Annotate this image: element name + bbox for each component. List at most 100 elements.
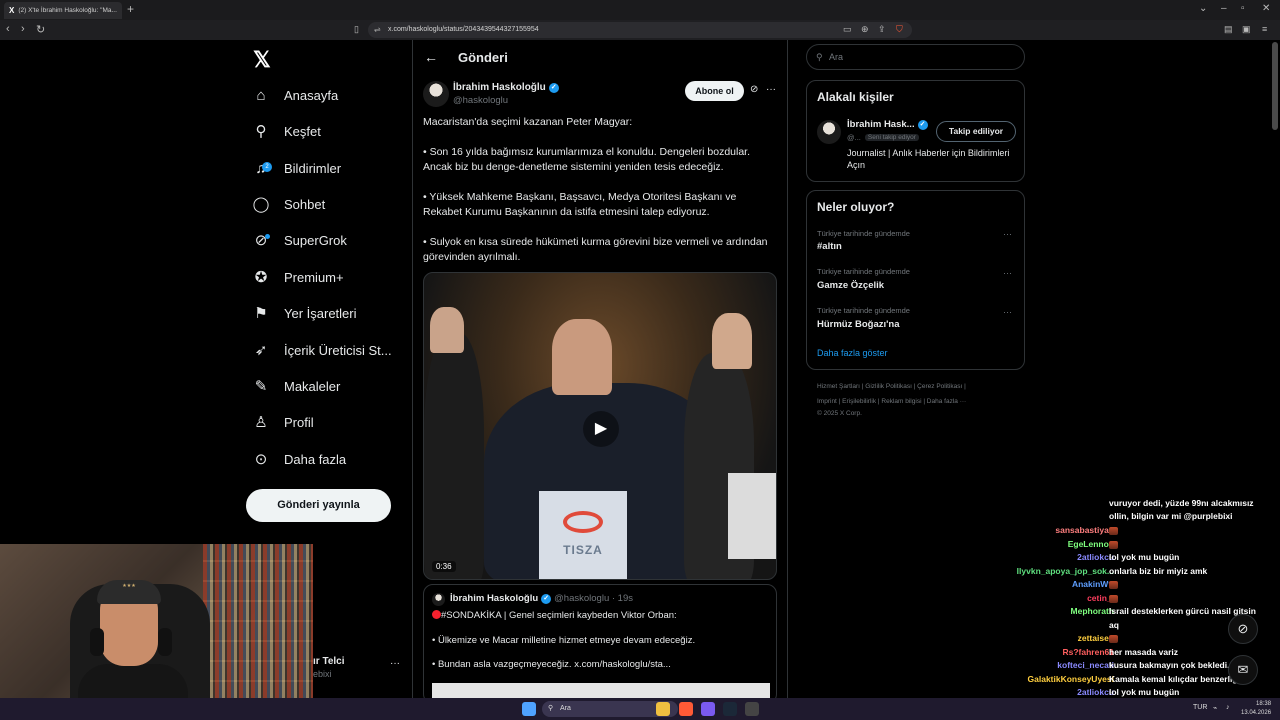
menu-icon[interactable]: ≡ xyxy=(1262,24,1267,34)
related-avatar[interactable] xyxy=(817,120,841,144)
wallet-icon[interactable]: ▣ xyxy=(1242,24,1251,35)
back-icon[interactable]: ‹ xyxy=(6,23,10,35)
browser-tab[interactable]: X (2) X'te İbrahim Haskoloğlu: "Ma... ✕ xyxy=(4,2,122,19)
search-input[interactable]: ⚲ Ara xyxy=(806,44,1025,70)
restore-icon[interactable]: ▫ xyxy=(1241,3,1245,14)
chat-username[interactable]: Mephorath xyxy=(1071,606,1114,616)
chat-username[interactable]: Rs?fahren61 xyxy=(1063,647,1115,657)
x-logo-icon[interactable]: 𝕏 xyxy=(253,47,271,73)
screen-icon[interactable]: ▭ xyxy=(843,24,852,35)
nav-chat[interactable]: ◯ Sohbet xyxy=(252,190,326,218)
tweet-text-line: Ancak biz bu denge-denetleme sistemini y… xyxy=(423,161,724,173)
forward-icon[interactable]: › xyxy=(21,23,25,35)
nav-home[interactable]: ⌂ Anasayfa xyxy=(252,81,338,109)
verified-icon: ✓ xyxy=(917,119,928,130)
page-scrollbar[interactable] xyxy=(1272,42,1278,130)
sidebar-icon[interactable]: ▤ xyxy=(1224,24,1233,35)
chat-username[interactable]: EgeLennon xyxy=(1068,539,1114,549)
trend-more-icon[interactable]: ··· xyxy=(1003,268,1012,278)
chat-message: vuruyor dedi, yüzde 99nı alcakmısız xyxy=(1109,498,1254,508)
tweet-video[interactable]: TISZA ▶ 0:36 xyxy=(423,272,777,580)
nav-bookmarks[interactable]: ⚑ Yer İşaretleri xyxy=(252,299,356,327)
new-tab-button[interactable]: + xyxy=(127,2,134,16)
discord-icon[interactable] xyxy=(701,702,715,716)
chat-username[interactable]: GalaktikKonseyUyesi xyxy=(1028,674,1114,684)
rocket-icon: ➶ xyxy=(254,342,268,359)
author-handle[interactable]: @haskologlu xyxy=(453,95,508,106)
nav-premium[interactable]: ✪ Premium+ xyxy=(252,263,344,291)
reload-icon[interactable]: ↻ xyxy=(36,23,45,36)
minimize-icon[interactable]: – xyxy=(1221,3,1227,14)
footer-links[interactable]: Imprint | Erişilebilirlik | Reklam bilgi… xyxy=(817,398,966,405)
network-icon[interactable]: ⌁ xyxy=(1213,704,1217,712)
trends-card: Neler oluyor? Türkiye tarihinde gündemde… xyxy=(806,190,1025,370)
language-indicator[interactable]: TUR xyxy=(1193,704,1207,711)
windows-start-icon[interactable] xyxy=(522,702,536,716)
trend-name[interactable]: Gamze Özçelik xyxy=(817,280,884,291)
chat-username[interactable]: AnakinWtf xyxy=(1072,579,1114,589)
tweet-text-line: • Sulyok en kısa sürede hükümeti kurma g… xyxy=(423,236,768,248)
tab-list-icon[interactable]: ⌄ xyxy=(1199,3,1207,14)
following-button[interactable]: Takip ediliyor xyxy=(936,121,1016,142)
back-arrow-icon[interactable]: ← xyxy=(424,49,438,65)
webcam-overlay: ★★★ xyxy=(0,544,313,720)
url-text: x.com/haskologlu/status/2043439544327155… xyxy=(388,26,539,33)
steam-icon[interactable] xyxy=(723,702,737,716)
chat-message: lol yok mu bugün xyxy=(1109,687,1180,697)
grok-float-icon[interactable]: ⊘ xyxy=(1228,614,1258,644)
share-icon[interactable]: ⇪ xyxy=(878,24,886,35)
url-field[interactable]: ⇌ x.com/haskologlu/status/20434395443271… xyxy=(368,22,912,38)
more-icon[interactable]: ··· xyxy=(766,84,776,95)
nav-notifications[interactable]: ♫ 2 Bildirimler xyxy=(252,154,341,182)
trend-name[interactable]: Hürmüz Boğazı'na xyxy=(817,319,900,330)
grok-icon[interactable]: ⊘ xyxy=(750,84,758,95)
author-name[interactable]: İbrahim Haskoloğlu ✓ xyxy=(453,82,559,93)
post-button[interactable]: Gönderi yayınla xyxy=(246,489,391,522)
address-bar-row: ‹ › ↻ ▯ ⇌ x.com/haskologlu/status/204343… xyxy=(0,20,1280,40)
nav-more[interactable]: ⊙ Daha fazla xyxy=(252,445,346,473)
chat-username[interactable]: kofteci_necati xyxy=(1057,660,1114,670)
notification-badge: 2 xyxy=(262,161,272,172)
messages-float-icon[interactable]: ✉ xyxy=(1228,655,1258,685)
trend-more-icon[interactable]: ··· xyxy=(1003,307,1012,317)
chat-emote-icon xyxy=(1109,527,1118,535)
trend-category: Türkiye tarihinde gündemde xyxy=(817,229,910,238)
account-name[interactable]: ır Telci xyxy=(313,656,345,667)
show-more-link[interactable]: Daha fazla göster xyxy=(817,348,888,358)
footer-links[interactable]: Hizmet Şartları | Gizlilik Politikası | … xyxy=(817,383,966,390)
taskbar-search-label: Ara xyxy=(560,705,571,712)
brave-shield-icon[interactable]: ⛉ xyxy=(896,24,903,35)
author-avatar[interactable] xyxy=(423,81,449,107)
quote-author: İbrahim Haskoloğlu ✓ @haskologlu · 19s xyxy=(450,593,633,604)
tweet-text-line: Macaristan'da seçimi kazanan Peter Magya… xyxy=(423,116,633,128)
nav-label: Bildirimler xyxy=(284,160,342,176)
quoted-tweet[interactable]: İbrahim Haskoloğlu ✓ @haskologlu · 19s #… xyxy=(423,584,777,704)
quote-line-text: #SONDAKİKA | Genel seçimleri kaybeden Vi… xyxy=(441,610,677,621)
trend-more-icon[interactable]: ··· xyxy=(1003,229,1012,239)
related-name[interactable]: İbrahim Hask... ✓ xyxy=(847,119,928,130)
play-icon[interactable]: ▶ xyxy=(583,411,619,447)
file-explorer-icon[interactable] xyxy=(656,702,670,716)
nav-explore[interactable]: ⚲ Keşfet xyxy=(252,117,321,145)
chat-username[interactable]: sansabastiyan xyxy=(1055,525,1114,535)
chat-emote-icon xyxy=(1109,635,1118,643)
system-clock[interactable]: 18:38 13.04.2026 xyxy=(1241,700,1271,718)
app-icon[interactable] xyxy=(745,702,759,716)
nav-articles[interactable]: ✎ Makaleler xyxy=(252,372,341,400)
bookmark-page-icon[interactable]: ▯ xyxy=(354,24,359,35)
trend-name[interactable]: #altın xyxy=(817,241,842,252)
account-more-icon[interactable]: ··· xyxy=(390,658,400,669)
zoom-icon[interactable]: ⊕ xyxy=(861,24,869,35)
brave-icon[interactable] xyxy=(679,702,693,716)
nav-creator-studio[interactable]: ➶ İçerik Üreticisi St... xyxy=(252,336,392,364)
headphone-left xyxy=(90,628,104,656)
nav-profile[interactable]: ♙ Profil xyxy=(252,408,313,436)
close-window-icon[interactable]: ✕ xyxy=(1262,3,1270,14)
subscribe-button[interactable]: Abone ol xyxy=(685,81,744,101)
quote-avatar xyxy=(432,593,445,606)
chat-username[interactable]: Ilyvkn_apoya_jop_sok... xyxy=(1017,566,1114,576)
site-info-icon[interactable]: ⇌ xyxy=(374,22,381,38)
close-tab-icon[interactable]: ✕ xyxy=(121,6,122,15)
volume-icon[interactable]: ♪ xyxy=(1226,704,1230,711)
nav-supergrok[interactable]: ⊘ SuperGrok xyxy=(252,226,347,254)
